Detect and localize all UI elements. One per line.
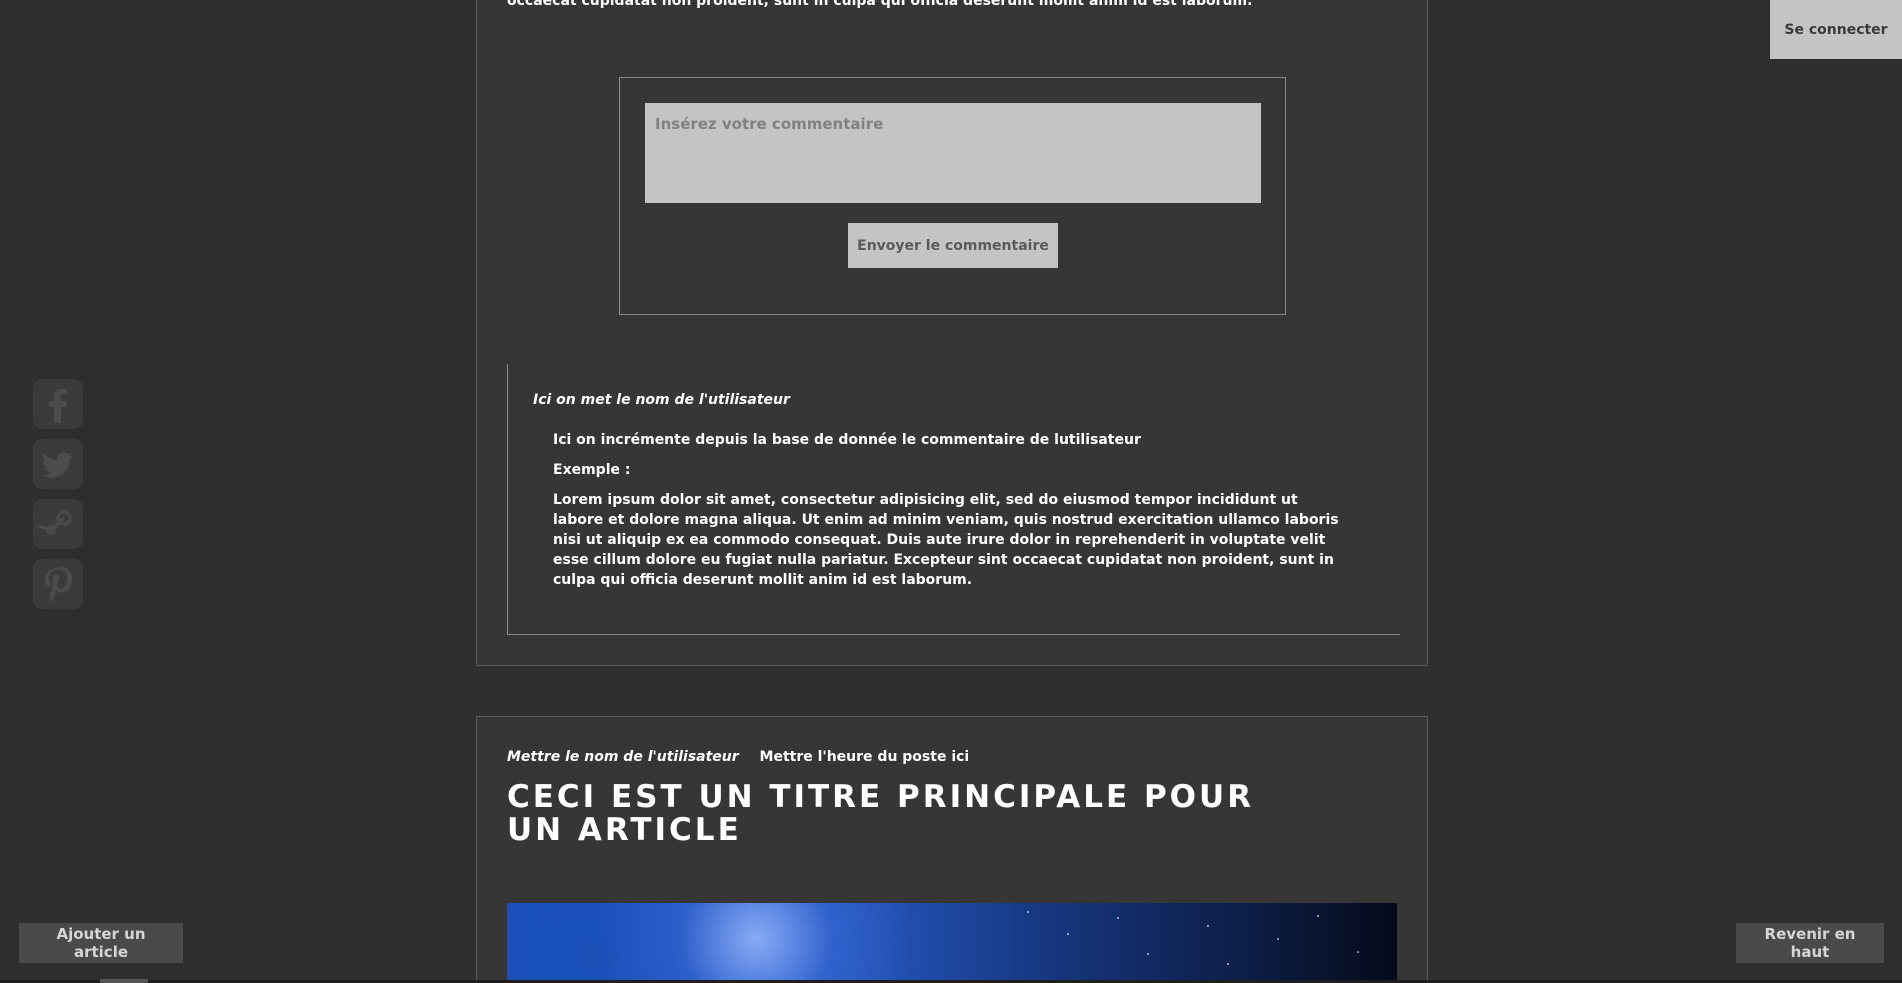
comment-entry: Ici on met le nom de l'utilisateur Ici o… bbox=[507, 364, 1400, 635]
article-time: Mettre l'heure du poste ici bbox=[759, 749, 970, 765]
facebook-icon bbox=[49, 388, 67, 423]
article-card: aute irure dolor in reprehenderit in vol… bbox=[476, 0, 1428, 666]
comment-line: Exemple : bbox=[553, 462, 631, 478]
twitter-icon bbox=[41, 452, 74, 478]
steam-link[interactable] bbox=[33, 499, 83, 549]
login-button[interactable]: Se connecter bbox=[1770, 0, 1902, 59]
steam-icon bbox=[38, 510, 72, 535]
comment-line: Ici on incrémente depuis la base de donn… bbox=[553, 432, 1141, 448]
comment-body: Ici on incrémente depuis la base de donn… bbox=[553, 430, 1343, 600]
pinterest-icon bbox=[45, 566, 73, 603]
scroll-indicator bbox=[100, 979, 148, 983]
article-author: Mettre le nom de l'utilisateur bbox=[507, 749, 739, 765]
comment-username: Ici on met le nom de l'utilisateur bbox=[533, 392, 790, 408]
back-to-top-button[interactable]: Revenir en haut bbox=[1736, 923, 1884, 963]
send-comment-button[interactable]: Envoyer le commentaire bbox=[848, 223, 1058, 268]
article-card: Mettre le nom de l'utilisateur Mettre l'… bbox=[476, 716, 1428, 983]
pinterest-link[interactable] bbox=[33, 559, 83, 609]
article-title: Ceci est un titre principale pour un art… bbox=[507, 779, 1255, 848]
article-image bbox=[507, 903, 1397, 983]
add-article-button[interactable]: Ajouter un article bbox=[19, 923, 183, 963]
comment-input[interactable] bbox=[645, 103, 1261, 203]
article-excerpt: aute irure dolor in reprehenderit in vol… bbox=[507, 0, 1253, 9]
twitter-link[interactable] bbox=[33, 439, 83, 489]
comment-form: Envoyer le commentaire bbox=[619, 77, 1286, 315]
comment-text: Lorem ipsum dolor sit amet, consectetur … bbox=[553, 492, 1339, 588]
article-meta: Mettre le nom de l'utilisateur Mettre l'… bbox=[507, 749, 969, 765]
facebook-link[interactable] bbox=[33, 379, 83, 429]
